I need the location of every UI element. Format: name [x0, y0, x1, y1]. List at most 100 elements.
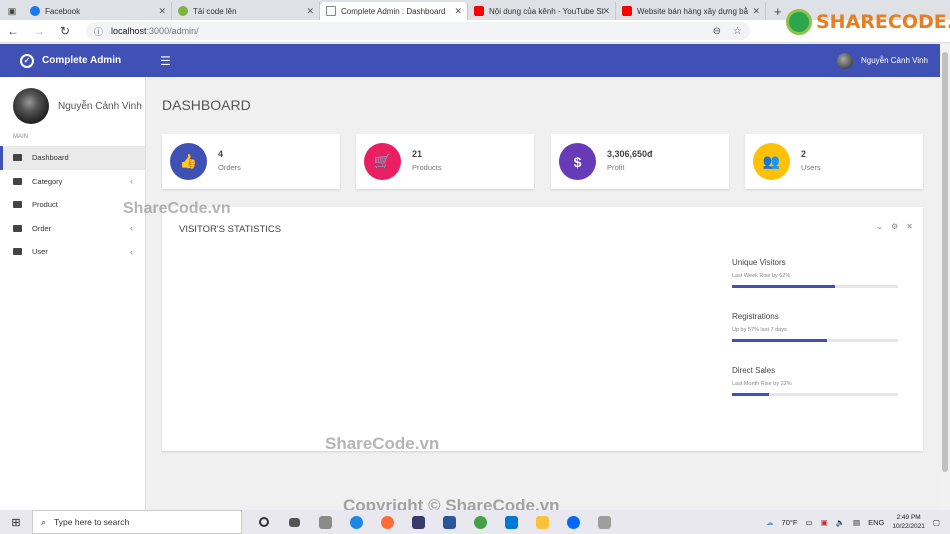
- stat-label: Profit: [607, 163, 625, 172]
- url-path: :3000/admin/: [146, 26, 199, 36]
- sharecode-logo-text: SHARECODE.vn: [816, 11, 950, 33]
- close-icon[interactable]: ✕: [906, 222, 913, 231]
- widgets-icon[interactable]: [279, 510, 310, 534]
- sharecode-logo: SHARECODE.vn: [786, 9, 950, 35]
- sidebar: Nguyễn Cảnh Vinh MAIN Dashboard Category…: [0, 77, 146, 510]
- stat-card-profit[interactable]: $ 3,306,650đ Profit: [551, 134, 729, 189]
- tab-title: Facebook: [45, 6, 81, 16]
- snip-tool-icon[interactable]: [310, 510, 341, 534]
- sidebar-item-label: Dashboard: [32, 153, 69, 163]
- volume-icon[interactable]: 🔈: [836, 518, 845, 527]
- language-indicator[interactable]: ENG: [868, 518, 884, 527]
- zalo-icon[interactable]: [558, 510, 589, 534]
- watermark-text: ShareCode.vn: [325, 434, 440, 453]
- windows-start-icon[interactable]: ⊞: [0, 516, 32, 529]
- info-icon[interactable]: ⓘ: [94, 25, 103, 38]
- terminal-icon[interactable]: [403, 510, 434, 534]
- progress-fill: [732, 339, 827, 342]
- reload-icon[interactable]: ↻: [52, 24, 78, 38]
- chevron-left-icon: ‹: [130, 223, 133, 234]
- url-input[interactable]: ⓘ localhost:3000/admin/ ⊖ ☆: [86, 22, 750, 40]
- stat-value: 2: [801, 149, 807, 159]
- stat-value: 4: [218, 149, 224, 159]
- stat-card-products[interactable]: 🛒 21 Products: [356, 134, 534, 189]
- gear-icon[interactable]: ⚙: [891, 222, 898, 231]
- tab-actions-icon[interactable]: ▣: [0, 2, 24, 20]
- tab-title: Nội dung của kênh - YouTube St: [489, 6, 604, 16]
- tab-title: Tải code lên: [193, 6, 237, 16]
- edge-icon[interactable]: [341, 510, 372, 534]
- tab-youtube-studio[interactable]: Nội dung của kênh - YouTube St ✕: [468, 2, 616, 20]
- taskbar-search-input[interactable]: ⌕ Type here to search: [32, 510, 242, 534]
- stat-registrations: Registrations Up by 57% last 7 days: [732, 312, 898, 342]
- zoom-icon[interactable]: ⊖: [713, 26, 721, 37]
- tab-title: Complete Admin : Dashboard: [341, 6, 446, 16]
- check-circle-icon: ✓: [20, 53, 34, 68]
- app-header: ✓ Complete Admin ☰ Nguyễn Cảnh Vinh: [0, 44, 940, 77]
- tab-upload-code[interactable]: Tải code lên ✕: [172, 2, 320, 20]
- clock-date: 10/22/2021: [892, 523, 925, 530]
- panel-tools: ⌄ ⚙ ✕: [876, 222, 913, 231]
- chevron-left-icon: ‹: [130, 176, 133, 187]
- stat-label: Users: [801, 163, 821, 172]
- file-explorer-icon[interactable]: [527, 510, 558, 534]
- network-icon[interactable]: ▤: [853, 518, 860, 527]
- node-icon[interactable]: [465, 510, 496, 534]
- close-icon[interactable]: ✕: [602, 6, 610, 17]
- close-icon[interactable]: ✕: [306, 6, 314, 17]
- postman-icon[interactable]: [372, 510, 403, 534]
- search-placeholder: Type here to search: [54, 517, 130, 527]
- chevron-down-icon[interactable]: ⌄: [876, 222, 883, 231]
- stat-subtext: Up by 57% last 7 days: [732, 327, 787, 333]
- thumbs-up-icon: 👍: [170, 143, 207, 180]
- stat-label: Products: [412, 163, 442, 172]
- avatar: [13, 88, 49, 124]
- stat-label: Orders: [218, 163, 241, 172]
- tab-facebook[interactable]: Facebook ✕: [24, 2, 172, 20]
- search-icon: ⌕: [41, 516, 47, 527]
- antivirus-icon[interactable]: ▣: [821, 518, 828, 527]
- avatar: [836, 52, 853, 69]
- sidebar-item-dashboard[interactable]: Dashboard: [0, 146, 145, 170]
- paint-icon[interactable]: [589, 510, 620, 534]
- progress-bar: [732, 339, 898, 342]
- back-icon[interactable]: ←: [0, 24, 26, 38]
- sidebar-section-label: MAIN: [13, 134, 28, 140]
- stat-name: Direct Sales: [732, 366, 776, 375]
- sidebar-item-order[interactable]: Order ‹: [0, 217, 145, 241]
- close-icon[interactable]: ✕: [454, 6, 462, 17]
- scrollbar-thumb[interactable]: [942, 52, 948, 472]
- sidebar-item-user[interactable]: User ‹: [0, 240, 145, 264]
- task-view-icon[interactable]: [248, 510, 279, 534]
- weather-icon[interactable]: ☁: [766, 518, 774, 527]
- stat-value: 21: [412, 149, 423, 159]
- page-scrollbar[interactable]: [940, 44, 950, 510]
- header-user-menu[interactable]: Nguyễn Cảnh Vinh: [836, 52, 928, 69]
- progress-bar: [732, 285, 898, 288]
- tab-admin-dashboard[interactable]: Complete Admin : Dashboard ✕: [320, 2, 468, 20]
- taskbar-clock[interactable]: 2:49 PM 10/22/2021: [892, 513, 925, 531]
- battery-icon[interactable]: ▭: [805, 518, 812, 527]
- youtube-icon: [622, 6, 632, 16]
- sidebar-item-category[interactable]: Category ‹: [0, 170, 145, 194]
- forward-icon[interactable]: →: [26, 24, 52, 38]
- vscode-icon[interactable]: [496, 510, 527, 534]
- stat-card-users[interactable]: 👥 2 Users: [745, 134, 923, 189]
- stat-value: 3,306,650đ: [607, 149, 653, 159]
- notifications-icon[interactable]: ▢: [933, 518, 940, 527]
- briefcase-icon: [13, 201, 22, 209]
- menu-toggle-icon[interactable]: ☰: [160, 54, 171, 68]
- stat-name: Registrations: [732, 312, 779, 321]
- close-icon[interactable]: ✕: [158, 6, 166, 17]
- weather-temp[interactable]: 70°F: [782, 518, 798, 527]
- cart-icon: 🛒: [364, 143, 401, 180]
- favorite-icon[interactable]: ☆: [733, 26, 742, 37]
- tab-website-shop[interactable]: Website bán hàng xây dựng bằ ✕: [616, 2, 766, 20]
- stat-card-orders[interactable]: 👍 4 Orders: [162, 134, 340, 189]
- close-icon[interactable]: ✕: [752, 6, 760, 17]
- stat-subtext: Last Week Rise by 62%: [732, 273, 791, 279]
- brand[interactable]: ✓ Complete Admin: [0, 53, 146, 68]
- sharecode-logo-icon: [786, 9, 812, 35]
- page-title: DASHBOARD: [162, 97, 251, 113]
- word-icon[interactable]: [434, 510, 465, 534]
